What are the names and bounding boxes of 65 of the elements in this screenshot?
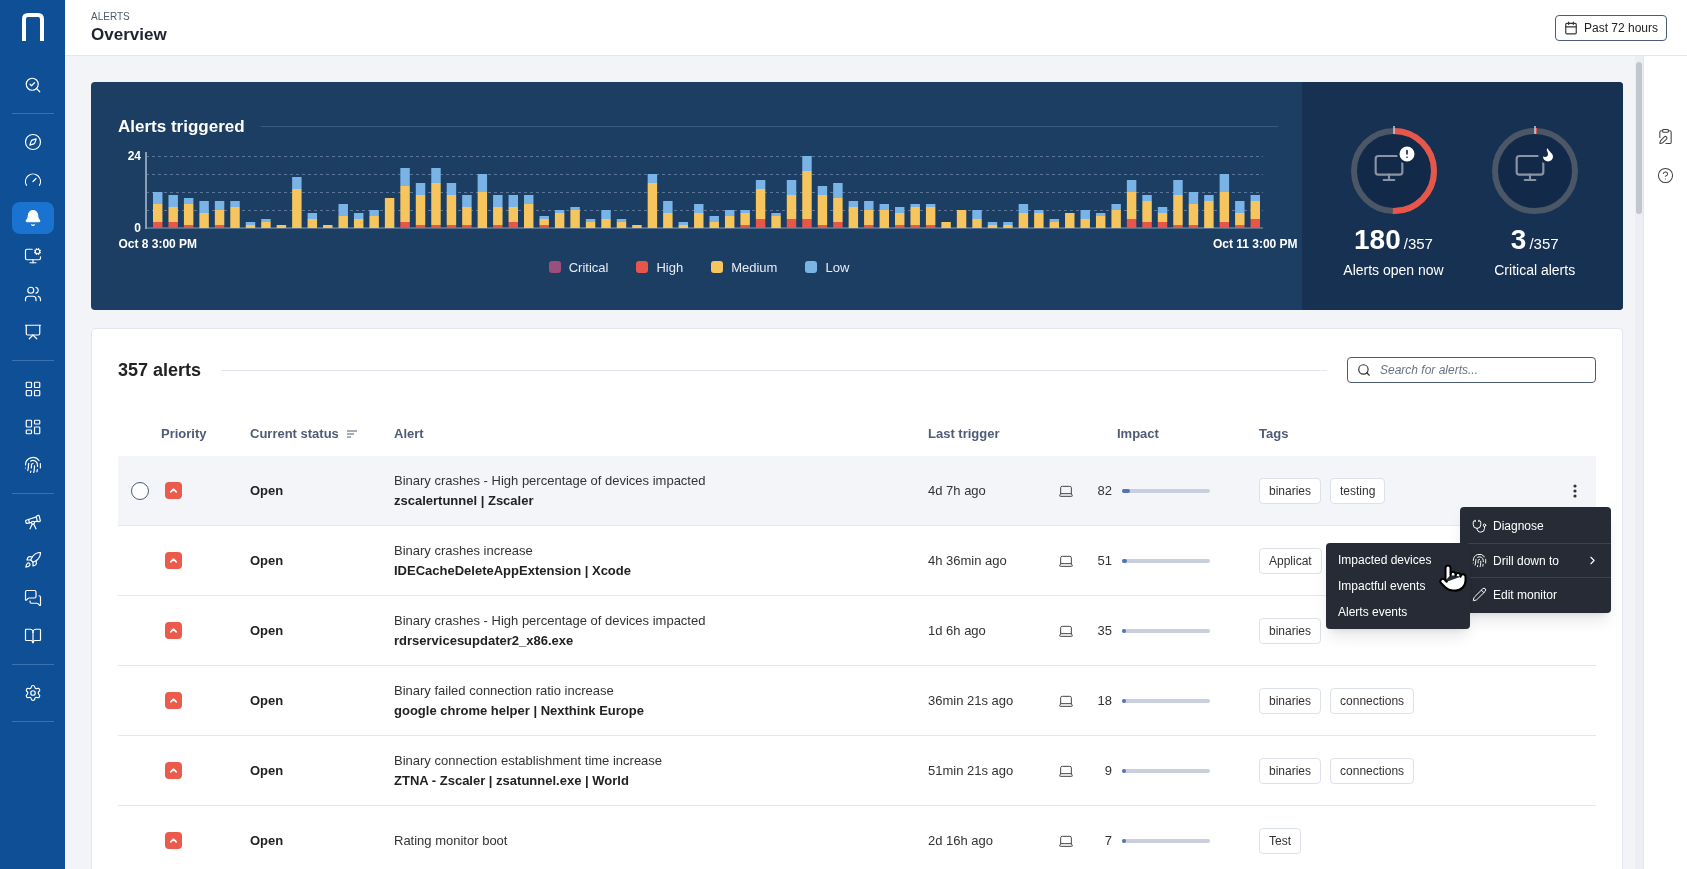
tag: binaries xyxy=(1259,687,1322,714)
status-text: Open xyxy=(250,761,285,780)
legend-label: High xyxy=(656,258,684,277)
alert-title: Binary connection establishment time increase xyxy=(394,752,664,770)
legend-label: Medium xyxy=(731,258,778,277)
last-trigger: 51min 21s ago xyxy=(928,761,1015,780)
impact-count: 51 xyxy=(1096,551,1112,570)
impact-count: 7 xyxy=(1103,831,1112,850)
tag: connections xyxy=(1330,687,1415,714)
column-header[interactable]: Last trigger xyxy=(928,424,1000,444)
status-text: Open xyxy=(250,481,285,500)
alert-title: Binary failed connection ratio increase xyxy=(394,682,615,700)
page-title: Overview xyxy=(91,24,167,46)
alert-subtitle: zscalertunnel | Zscaler xyxy=(394,491,535,510)
status-text: Open xyxy=(250,831,285,850)
stat-total: /357 xyxy=(1529,234,1559,254)
tag: Applicat xyxy=(1259,547,1322,574)
column-header[interactable]: Impact xyxy=(1117,424,1159,444)
last-trigger: 4h 36min ago xyxy=(928,551,1008,570)
x-tick-label: Oct 8 3:00 PM xyxy=(118,236,198,251)
legend-label: Low xyxy=(825,258,850,277)
status-text: Open xyxy=(250,621,285,640)
alert-subtitle: rdrservicesupdater2_x86.exe xyxy=(394,631,575,650)
impact-count: 82 xyxy=(1096,481,1112,500)
stat-total: /357 xyxy=(1403,234,1433,254)
alert-subtitle: google chrome helper | Nexthink Europe xyxy=(394,701,645,720)
alert-title: Binary crashes increase xyxy=(394,542,534,560)
chart-title: Alerts triggered xyxy=(118,116,245,138)
last-trigger: 2d 16h ago xyxy=(928,831,995,850)
alert-title: Binary crashes - High percentage of devices impacted xyxy=(394,612,707,630)
menu-label: Drill down to xyxy=(1493,552,1560,570)
legend-label: Critical xyxy=(568,258,609,277)
column-header[interactable]: Alert xyxy=(394,424,424,444)
tag: Test xyxy=(1259,827,1301,854)
breadcrumb: ALERTS xyxy=(91,10,131,25)
alert-subtitle: ZTNA - Zscaler | zsatunnel.exe | World xyxy=(394,771,630,790)
last-trigger: 36min 21s ago xyxy=(928,691,1015,710)
tag: testing xyxy=(1330,477,1386,504)
impact-count: 9 xyxy=(1103,761,1112,780)
impact-count: 35 xyxy=(1096,621,1112,640)
time-range-button[interactable]: Past 72 hours xyxy=(1554,14,1667,41)
last-trigger: 4d 7h ago xyxy=(928,481,987,500)
stat-label: Alerts open now xyxy=(1343,260,1444,280)
x-tick-label: Oct 11 3:00 PM xyxy=(1212,236,1298,251)
column-header[interactable]: Current status xyxy=(250,424,339,444)
alert-subtitle: IDECacheDeleteAppExtension | Xcode xyxy=(394,561,632,580)
status-text: Open xyxy=(250,551,285,570)
search-field[interactable]: Search for alerts... xyxy=(1347,357,1596,383)
stat-value: 3 xyxy=(1510,226,1527,254)
tag: binaries xyxy=(1259,477,1322,504)
tag: binaries xyxy=(1259,617,1322,644)
last-trigger: 1d 6h ago xyxy=(928,621,987,640)
stat-value: 180 xyxy=(1354,226,1401,254)
y-tick-label: 24 xyxy=(127,148,141,163)
column-header[interactable]: Priority xyxy=(161,424,207,444)
y-tick-label: 0 xyxy=(134,220,141,235)
alert-title: Binary crashes - High percentage of devices impacted xyxy=(394,472,707,490)
alert-title: Rating monitor boot xyxy=(394,831,509,850)
tag: connections xyxy=(1330,757,1415,784)
tag: binaries xyxy=(1259,757,1322,784)
impact-count: 18 xyxy=(1096,691,1112,710)
column-header[interactable]: Tags xyxy=(1259,424,1289,444)
alert-count: 357 alerts xyxy=(118,358,202,382)
status-text: Open xyxy=(250,691,285,710)
stat-label: Critical alerts xyxy=(1494,260,1576,280)
